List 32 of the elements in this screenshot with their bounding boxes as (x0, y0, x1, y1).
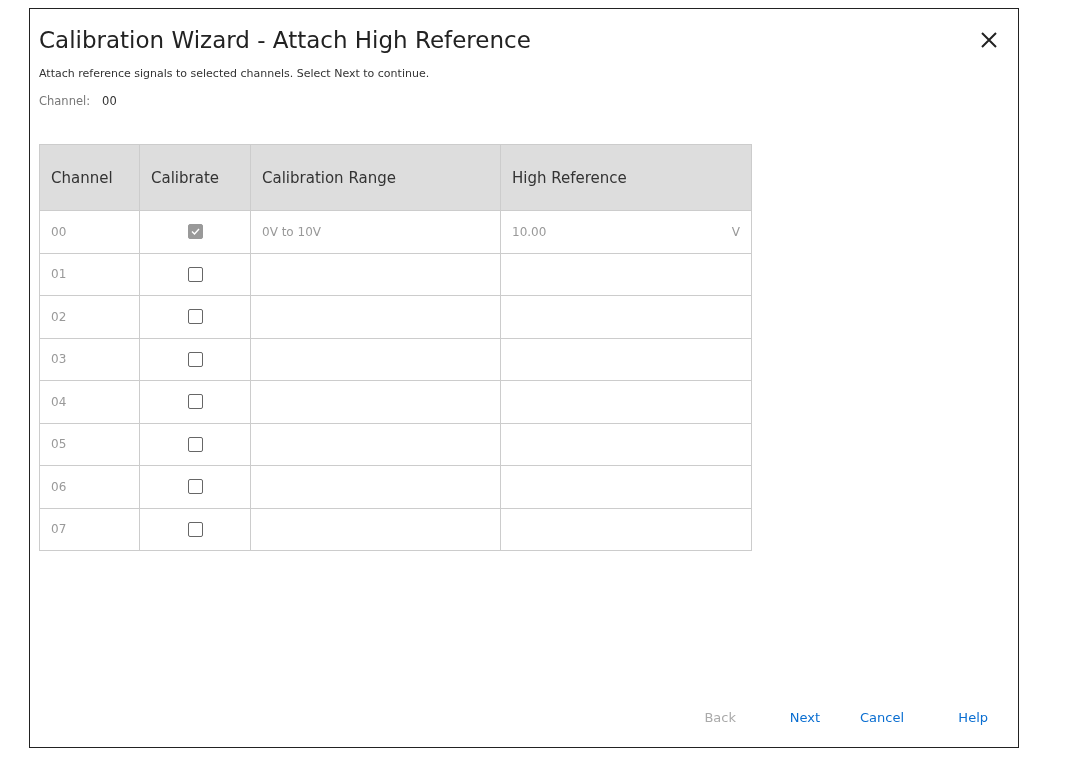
channel-label: Channel: (39, 94, 91, 108)
table-cell: 03 (40, 338, 140, 381)
table-cell: 01 (40, 253, 140, 296)
channel-value: 00 (102, 94, 117, 108)
calibrate-checkbox[interactable] (187, 436, 203, 452)
table-cell: 0V to 10V (251, 211, 501, 254)
footer-button[interactable]: Cancel (820, 706, 904, 729)
footer-button[interactable]: Next (736, 706, 820, 729)
unit-text: V (731, 224, 740, 239)
dialog-title: Calibration Wizard - Attach High Reference (39, 27, 531, 53)
table-cell: 00 (40, 211, 140, 254)
column-header: Calibrate (140, 145, 251, 211)
checkmark-icon (189, 226, 201, 238)
calibrate-checkbox[interactable] (187, 479, 203, 495)
reference-value: 10.00 (512, 224, 547, 239)
close-button[interactable] (980, 31, 998, 49)
calibrate-checkbox[interactable] (187, 521, 203, 537)
calibrate-checkbox[interactable] (187, 394, 203, 410)
table-cell: 02 (40, 296, 140, 339)
calibrate-checkbox[interactable] (187, 351, 203, 367)
instructions-text: Attach reference signals to selected channels. Select Next to continue. (39, 67, 431, 80)
table-cell: 06 (40, 466, 140, 509)
column-header: Channel (40, 145, 140, 211)
calibrate-checkbox[interactable] (187, 309, 203, 325)
table-cell: 05 (40, 423, 140, 466)
table-cell: 04 (40, 381, 140, 424)
column-header: High Reference (501, 145, 752, 211)
table-cell: 07 (40, 508, 140, 551)
footer-button[interactable]: Help (904, 706, 988, 729)
calibrate-checkbox[interactable] (187, 266, 203, 282)
close-icon (980, 31, 998, 49)
column-header: Calibration Range (251, 145, 501, 211)
